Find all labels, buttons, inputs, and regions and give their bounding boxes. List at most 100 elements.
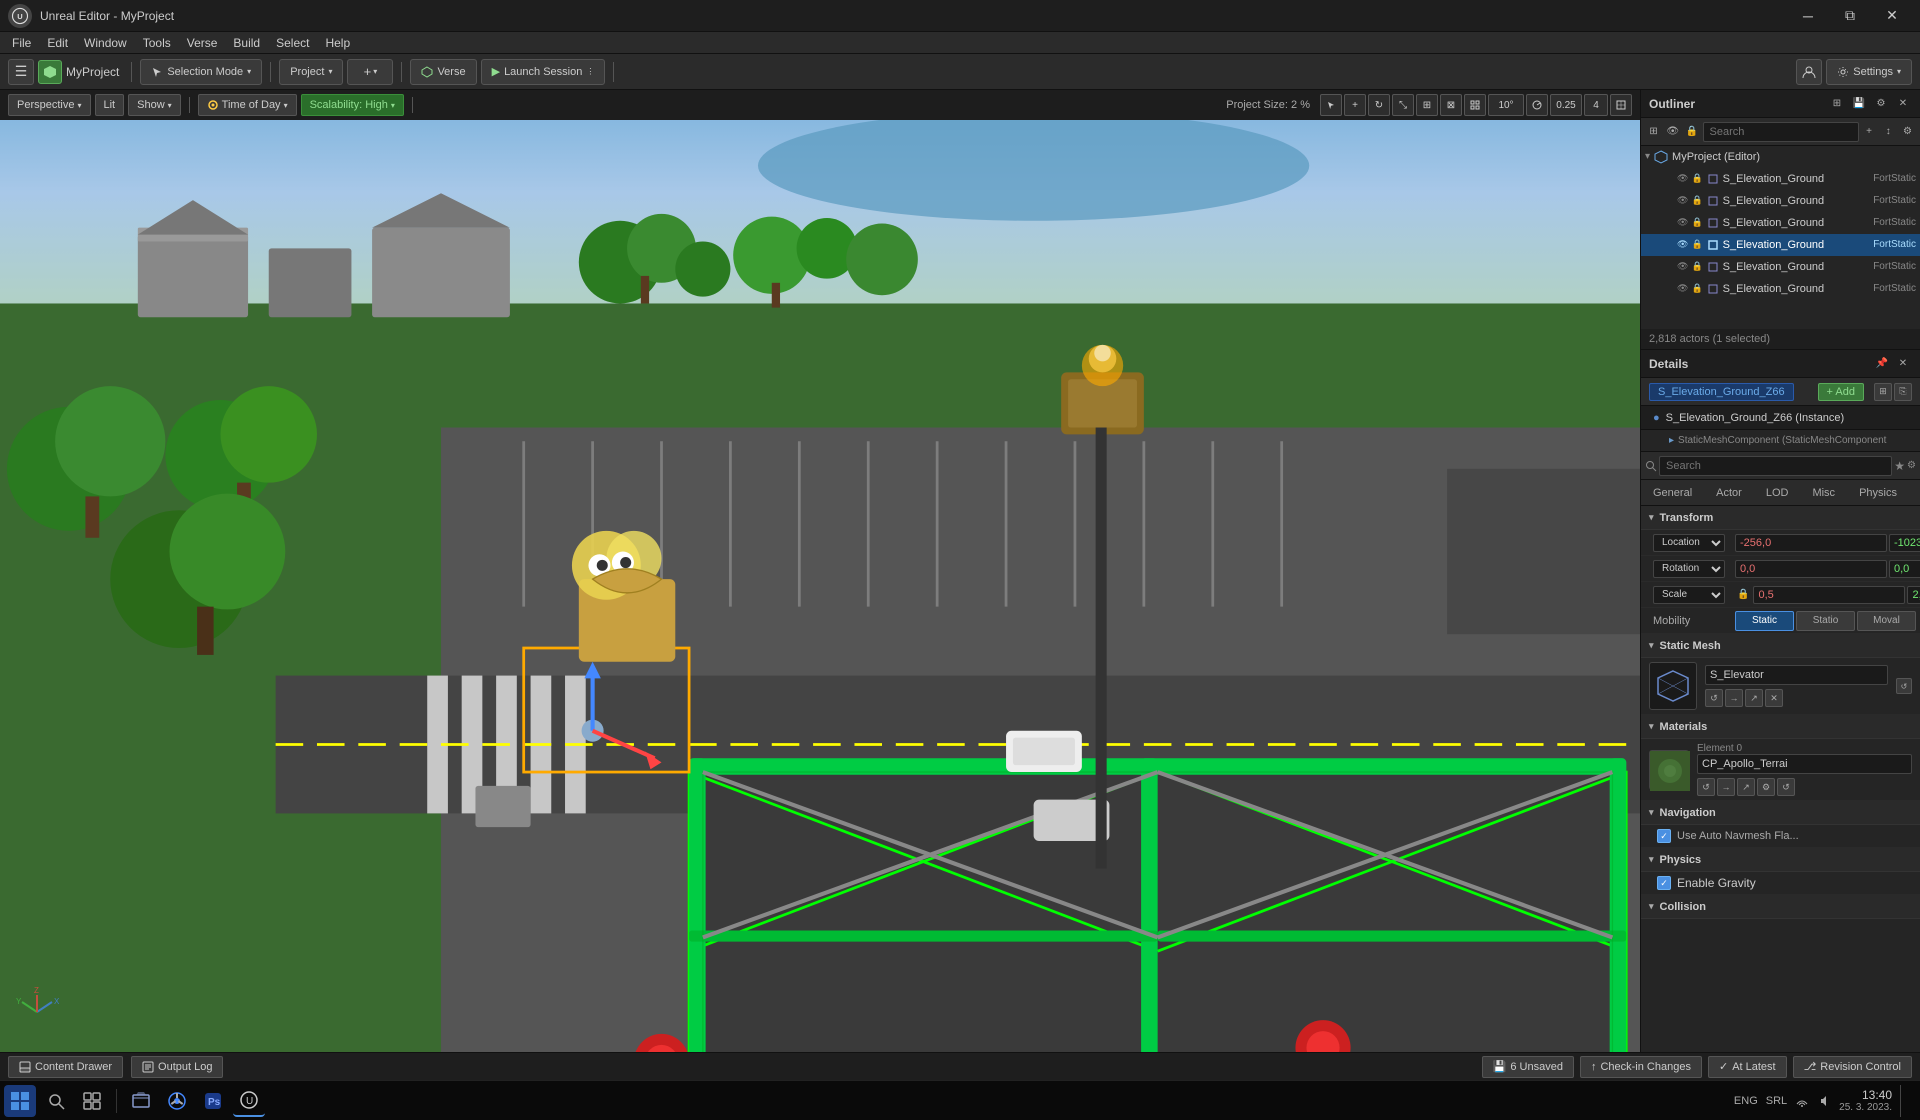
outliner-item-1[interactable]: 👁 🔒 S_Elevation_Ground FortStatic [1641, 190, 1920, 212]
toolbar-menu-icon[interactable]: ☰ [8, 59, 34, 85]
mat-browse-icon[interactable]: ↺ [1697, 778, 1715, 796]
mesh-name-input[interactable] [1705, 665, 1888, 685]
selection-mode-button[interactable]: Selection Mode ▾ [140, 59, 262, 85]
grid-size-btn[interactable]: 10° [1488, 94, 1524, 116]
details-pin-icon[interactable]: 📌 [1873, 355, 1891, 373]
outliner-filter-icon[interactable]: ⊞ [1828, 95, 1846, 113]
lock-icon[interactable]: 🔒 [1737, 589, 1749, 600]
show-desktop-button[interactable] [1900, 1085, 1908, 1117]
rotation-y-input[interactable] [1889, 560, 1920, 578]
minimize-button[interactable]: ─ [1788, 5, 1828, 27]
details-star-icon[interactable]: ★ [1894, 459, 1905, 473]
verse-button[interactable]: Verse [410, 59, 476, 85]
details-add-button[interactable]: + Add [1818, 383, 1864, 401]
scene-view[interactable]: ↗ 1 [0, 120, 1640, 1052]
details-gear-icon[interactable]: ⚙ [1907, 460, 1916, 471]
outliner-add-icon[interactable]: + [1861, 123, 1878, 141]
time-of-day-button[interactable]: Time of Day ▾ [198, 94, 297, 116]
restore-button[interactable]: ⧉ [1830, 5, 1870, 27]
mat-open-icon[interactable]: ↗ [1737, 778, 1755, 796]
details-action-icon1[interactable]: ⊞ [1874, 383, 1892, 401]
details-action-icon2[interactable]: ⎘ [1894, 383, 1912, 401]
taskbar-ps-icon[interactable]: Ps [197, 1085, 229, 1117]
rotation-dropdown[interactable]: Rotation [1653, 560, 1725, 578]
taskbar-chrome-icon[interactable] [161, 1085, 193, 1117]
menu-build[interactable]: Build [225, 34, 268, 52]
details-close-icon[interactable]: ✕ [1894, 355, 1912, 373]
details-search-input[interactable] [1659, 456, 1892, 476]
physics-section-header[interactable]: ▾ Physics [1641, 848, 1920, 872]
materials-section-header[interactable]: ▾ Materials [1641, 715, 1920, 739]
outliner-lock-icon[interactable]: 🔒 [1683, 123, 1700, 141]
output-log-button[interactable]: Output Log [131, 1056, 223, 1078]
tab-general[interactable]: General [1641, 483, 1704, 505]
location-x-input[interactable] [1735, 534, 1887, 552]
content-drawer-button[interactable]: Content Drawer [8, 1056, 123, 1078]
revision-control-button[interactable]: ⎇ Revision Control [1793, 1056, 1912, 1078]
outliner-item-0[interactable]: 👁 🔒 S_Elevation_Ground FortStatic [1641, 168, 1920, 190]
check-in-button[interactable]: ↑ Check-in Changes [1580, 1056, 1702, 1078]
select-tool[interactable] [1320, 94, 1342, 116]
collision-section-header[interactable]: ▾ Collision [1641, 895, 1920, 919]
menu-tools[interactable]: Tools [135, 34, 179, 52]
mesh-reset-button[interactable]: ↺ [1896, 678, 1912, 694]
grid-snap[interactable] [1464, 94, 1486, 116]
taskbar-ue-icon[interactable]: U [233, 1085, 265, 1117]
outliner-item-3[interactable]: 👁 🔒 S_Elevation_Ground FortStatic [1641, 234, 1920, 256]
project-button[interactable]: Project ▾ [279, 59, 343, 85]
local-tool[interactable]: ⊠ [1440, 94, 1462, 116]
outliner-root-item[interactable]: ▾ MyProject (Editor) [1641, 146, 1920, 168]
taskbar-explorer-icon[interactable] [125, 1085, 157, 1117]
mesh-open-icon[interactable]: ↗ [1745, 689, 1763, 707]
transform-section-header[interactable]: ▾ Transform [1641, 506, 1920, 530]
mobility-movable-button[interactable]: Moval [1857, 611, 1916, 631]
menu-help[interactable]: Help [317, 34, 358, 52]
menu-file[interactable]: File [4, 34, 39, 52]
viewport[interactable]: Perspective ▾ Lit Show ▾ Time of Day ▾ S… [0, 90, 1640, 1052]
unsaved-button[interactable]: 💾 6 Unsaved [1482, 1056, 1574, 1078]
launch-button[interactable]: ▶ Launch Session ⋮ [481, 59, 606, 85]
taskbar-task-view-button[interactable] [76, 1085, 108, 1117]
menu-edit[interactable]: Edit [39, 34, 76, 52]
menu-verse[interactable]: Verse [179, 34, 226, 52]
toolbar-add-button[interactable]: + ▾ [347, 59, 393, 85]
outliner-expand-icon[interactable]: ⊞ [1645, 123, 1662, 141]
outliner-item-4[interactable]: 👁 🔒 S_Elevation_Ground FortStatic [1641, 256, 1920, 278]
outliner-item-2[interactable]: 👁 🔒 S_Elevation_Ground FortStatic [1641, 212, 1920, 234]
static-mesh-section-header[interactable]: ▾ Static Mesh [1641, 634, 1920, 658]
menu-window[interactable]: Window [76, 34, 135, 52]
perspective-button[interactable]: Perspective ▾ [8, 94, 91, 116]
outliner-search-input[interactable] [1703, 122, 1859, 142]
scale-y-input[interactable] [1907, 586, 1920, 604]
view-num-btn[interactable]: 4 [1584, 94, 1608, 116]
mesh-use-icon[interactable]: → [1725, 689, 1743, 707]
mat-settings-icon[interactable]: ⚙ [1757, 778, 1775, 796]
rotation-x-input[interactable] [1735, 560, 1887, 578]
show-button[interactable]: Show ▾ [128, 94, 181, 116]
rotate-tool[interactable]: ↻ [1368, 94, 1390, 116]
tab-lod[interactable]: LOD [1754, 483, 1801, 505]
translate-tool[interactable]: + [1344, 94, 1366, 116]
scale-tool[interactable]: ⤡ [1392, 94, 1414, 116]
layout-btn[interactable] [1610, 94, 1632, 116]
outliner-item-5[interactable]: 👁 🔒 S_Elevation_Ground FortStatic [1641, 278, 1920, 300]
outliner-eye-icon[interactable]: 👁 [1664, 123, 1681, 141]
close-button[interactable]: ✕ [1872, 5, 1912, 27]
tab-rendering[interactable]: Rendering [1909, 483, 1920, 505]
mat-reset-icon[interactable]: ↺ [1777, 778, 1795, 796]
lit-button[interactable]: Lit [95, 94, 125, 116]
tab-misc[interactable]: Misc [1800, 483, 1847, 505]
mat-use-icon[interactable]: → [1717, 778, 1735, 796]
menu-select[interactable]: Select [268, 34, 317, 52]
details-mesh-chip[interactable]: S_Elevation_Ground_Z66 [1649, 383, 1794, 401]
scale-x-input[interactable] [1753, 586, 1905, 604]
mobility-stationary-button[interactable]: Statio [1796, 611, 1855, 631]
scene-canvas[interactable]: ↗ 1 [0, 120, 1640, 1052]
auto-navmesh-checkbox[interactable]: ✓ [1657, 829, 1671, 843]
camera-speed-val[interactable]: 0.25 [1550, 94, 1582, 116]
outliner-sort-icon[interactable]: ↕ [1880, 123, 1897, 141]
location-dropdown[interactable]: Location [1653, 534, 1725, 552]
mesh-browse-icon[interactable]: ↺ [1705, 689, 1723, 707]
outliner-settings-icon[interactable]: ⚙ [1872, 95, 1890, 113]
project-icon[interactable] [38, 60, 62, 84]
